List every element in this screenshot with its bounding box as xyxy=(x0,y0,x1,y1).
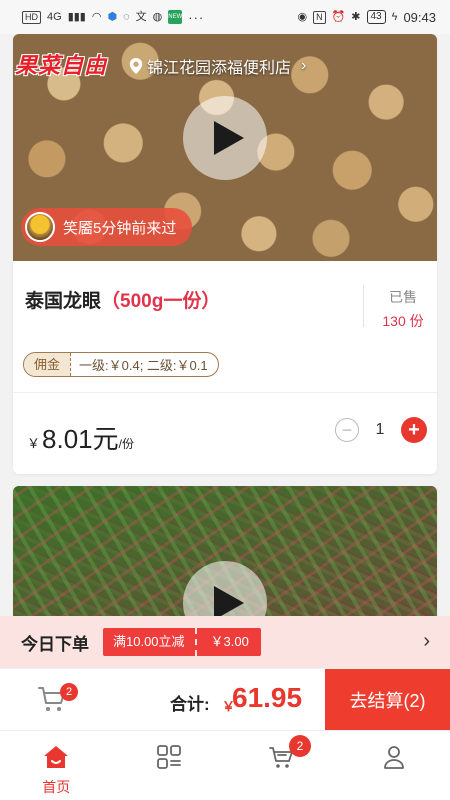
product-name: 泰国龙眼 xyxy=(25,291,102,312)
product-feed[interactable]: 果菜自由 锦江花园添福便利店 › 笑靥5分钟前来过 泰国龙眼（500g一份） 已… xyxy=(0,34,450,668)
more-notifications-icon: ··· xyxy=(188,9,205,25)
commission-badge: 佣金 一级:￥0.4; 二级:￥0.1 xyxy=(23,352,219,377)
recent-visitor-badge: 笑靥5分钟前来过 xyxy=(21,208,193,246)
home-icon xyxy=(44,746,69,768)
news-icon: NEWS xyxy=(168,10,186,24)
shield-icon: ⬢ xyxy=(107,11,118,23)
commission-tag: 佣金 xyxy=(24,353,72,376)
cellular-bars-icon: ▮▮▮ xyxy=(67,11,86,23)
cart-count-badge: 2 xyxy=(289,735,311,757)
product-info: 泰国龙眼（500g一份） 已售 130 份 xyxy=(13,261,437,357)
product-spec: （500g一份） xyxy=(101,291,221,312)
sold-label: 已售 xyxy=(389,289,417,305)
status-bar: HD 4G ▮▮▮ ◠ ⬢ ◌ 文 ◍ NEWS ··· ◉ N ⏰ ✱ 43 … xyxy=(0,0,450,34)
location-pin-icon xyxy=(129,58,143,74)
increase-button[interactable]: + xyxy=(401,417,427,443)
quantity-value: 1 xyxy=(375,421,385,438)
store-link[interactable]: 锦江花园添福便利店 › xyxy=(129,54,306,78)
store-name: 锦江花园添福便利店 xyxy=(147,60,292,77)
bottom-tab-bar: 首页 2 xyxy=(0,730,450,800)
brand-logo: 果菜自由 xyxy=(15,53,108,78)
cart-count-badge: 2 xyxy=(60,683,78,701)
quantity-stepper[interactable]: − 1 + xyxy=(335,417,427,443)
total-amount: 61.95 xyxy=(232,682,303,713)
charging-icon: ϟ xyxy=(391,11,398,23)
translate-icon: 文 xyxy=(135,11,147,23)
tab-home[interactable]: 首页 xyxy=(0,731,113,800)
coupon[interactable]: 满10.00立减 ￥3.00 xyxy=(103,628,261,656)
decrease-button[interactable]: − xyxy=(335,418,359,442)
battery-icon: 43 xyxy=(366,10,386,24)
sold-count: 130 份 xyxy=(382,313,424,329)
promo-title: 今日下单 xyxy=(21,634,89,654)
bluetooth-icon: ✱ xyxy=(351,11,361,23)
clock: 09:43 xyxy=(403,9,436,25)
avatar xyxy=(25,212,55,242)
chevron-right-icon: › xyxy=(301,57,307,74)
alarm-icon: ⏰ xyxy=(331,11,346,23)
play-icon xyxy=(214,121,244,155)
chevron-right-icon[interactable]: › xyxy=(423,630,430,653)
tab-home-label: 首页 xyxy=(42,779,71,795)
price-value: 8.01元 xyxy=(42,424,119,454)
signal-icon: 4G xyxy=(47,11,62,23)
divider xyxy=(13,392,437,393)
wifi-icon: ◠ xyxy=(91,11,102,23)
wechat-icon: ◍ xyxy=(152,11,163,23)
price-unit: /份 xyxy=(118,437,134,451)
coupon-condition: 满10.00立减 xyxy=(103,628,195,656)
promo-bar[interactable]: 今日下单 满10.00立减 ￥3.00 › xyxy=(0,616,450,668)
eye-icon: ◉ xyxy=(297,11,308,23)
checkout-bar: 2 合计: ￥ 61.95 去结算(2) xyxy=(0,668,450,731)
category-grid-icon xyxy=(156,745,181,769)
tab-profile[interactable] xyxy=(338,731,450,800)
user-icon xyxy=(383,746,404,769)
divider xyxy=(363,285,364,327)
tab-category[interactable] xyxy=(113,731,226,800)
recent-visitor-text: 笑靥5分钟前来过 xyxy=(63,219,177,237)
commission-text: 一级:￥0.4; 二级:￥0.1 xyxy=(79,358,208,373)
product-price: ￥ 8.01元 /份 xyxy=(27,419,134,456)
checkout-button[interactable]: 去结算(2) xyxy=(325,669,450,731)
nfc-icon: N xyxy=(313,10,326,24)
hd-icon: HD xyxy=(22,10,41,24)
currency-symbol: ￥ xyxy=(27,436,41,451)
coupon-amount: ￥3.00 xyxy=(194,628,261,656)
chat-icon: ◌ xyxy=(123,11,130,23)
tab-cart[interactable]: 2 xyxy=(225,731,338,800)
product-title: 泰国龙眼（500g一份） xyxy=(25,286,220,313)
play-button[interactable] xyxy=(183,96,267,180)
total-label: 合计: xyxy=(170,695,210,714)
product-card[interactable]: 果菜自由 锦江花园添福便利店 › 笑靥5分钟前来过 泰国龙眼（500g一份） 已… xyxy=(13,34,437,474)
product-video[interactable]: 果菜自由 锦江花园添福便利店 › 笑靥5分钟前来过 xyxy=(13,34,437,261)
